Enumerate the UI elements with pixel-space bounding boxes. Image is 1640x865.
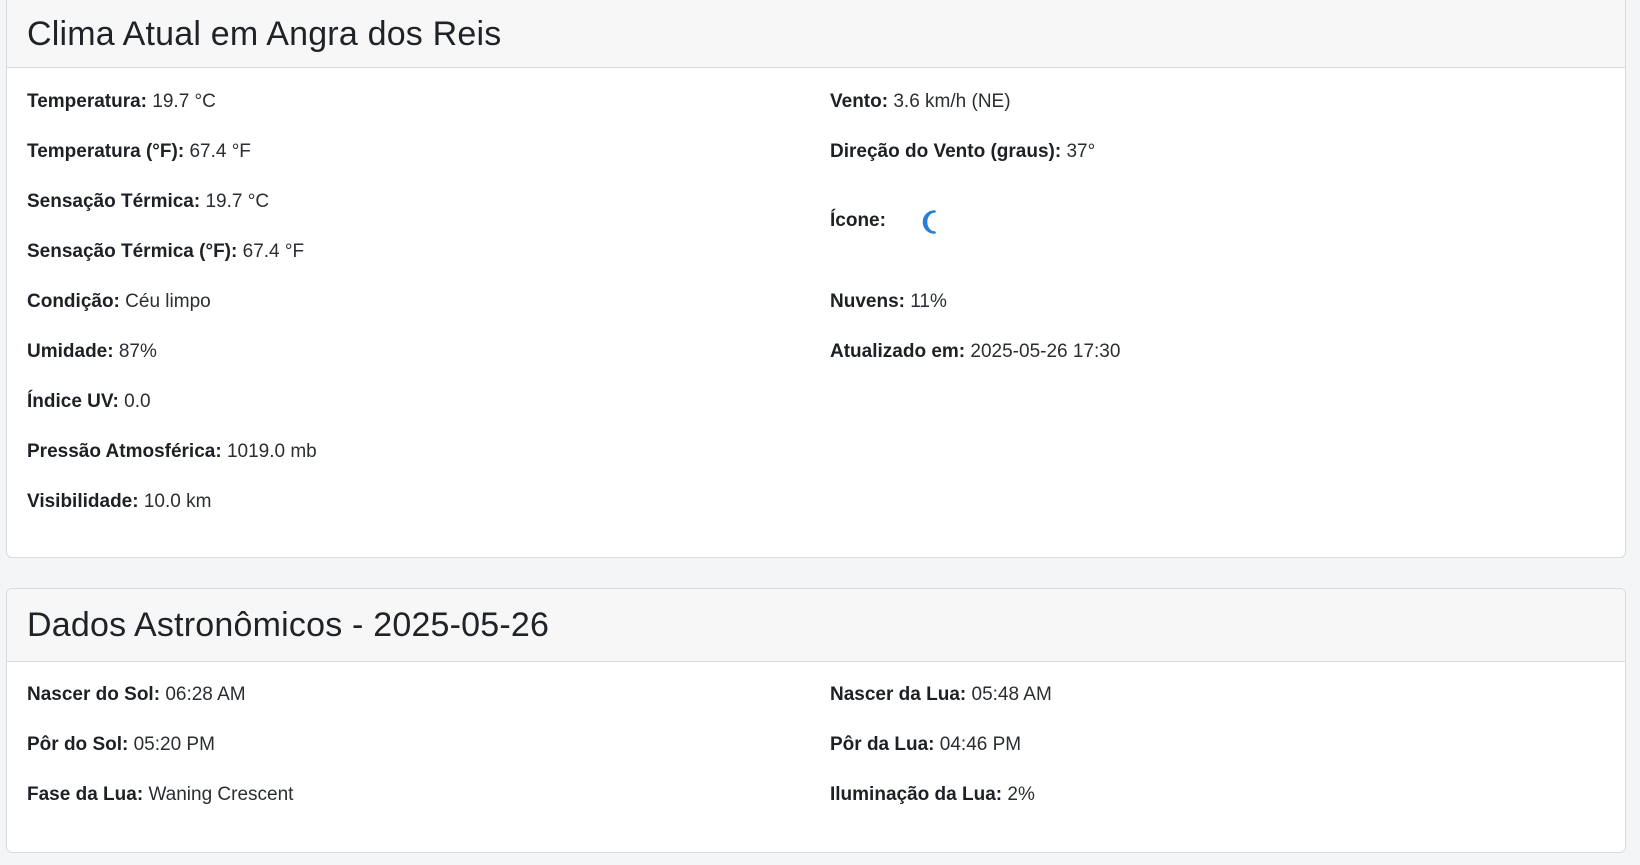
moon-phase-value: Waning Crescent — [148, 784, 294, 805]
updated-value: 2025-05-26 17:30 — [970, 341, 1121, 362]
sunrise-label: Nascer do Sol: — [27, 684, 161, 705]
wind-degree-value: 37° — [1066, 141, 1096, 162]
visibility-value: 10.0 km — [143, 491, 212, 512]
moon-phase-label: Fase da Lua: — [27, 784, 144, 805]
wind-label: Vento: — [830, 91, 889, 112]
updated-row: Atualizado em: 2025-05-26 17:30 — [830, 340, 1120, 364]
condition-label: Condição: — [27, 291, 120, 312]
feels-like-c-value: 19.7 °C — [205, 191, 270, 212]
feels-like-f-value: 67.4 °F — [242, 241, 305, 262]
temperature-c-label: Temperatura: — [27, 91, 148, 112]
condition-row: Condição: Céu limpo — [27, 290, 211, 314]
moon-illumination-value: 2% — [1007, 784, 1035, 805]
moonrise-row: Nascer da Lua: 05:48 AM — [830, 683, 1052, 707]
clouds-label: Nuvens: — [830, 291, 905, 312]
temperature-f-label: Temperatura (°F): — [27, 141, 185, 162]
current-weather-title: Clima Atual em Angra dos Reis — [27, 14, 502, 53]
sunset-value: 05:20 PM — [133, 734, 215, 755]
clouds-row: Nuvens: 11% — [830, 290, 947, 314]
updated-label: Atualizado em: — [830, 341, 966, 362]
uv-index-label: Índice UV: — [27, 391, 119, 412]
sunset-row: Pôr do Sol: 05:20 PM — [27, 733, 215, 757]
visibility-label: Visibilidade: — [27, 491, 139, 512]
humidity-label: Umidade: — [27, 341, 114, 362]
humidity-row: Umidade: 87% — [27, 340, 157, 364]
condition-value: Céu limpo — [125, 291, 211, 312]
pressure-label: Pressão Atmosférica: — [27, 441, 222, 462]
wind-value: 3.6 km/h (NE) — [893, 91, 1011, 112]
feels-like-c-row: Sensação Térmica: 19.7 °C — [27, 190, 269, 214]
current-weather-header: Clima Atual em Angra dos Reis — [7, 0, 1625, 68]
moon-illumination-row: Iluminação da Lua: 2% — [830, 783, 1035, 807]
astronomy-title: Dados Astronômicos - 2025-05-26 — [27, 605, 550, 644]
moon-illumination-label: Iluminação da Lua: — [830, 784, 1003, 805]
moonset-value: 04:46 PM — [939, 734, 1022, 755]
moonrise-value: 05:48 AM — [971, 684, 1052, 705]
temperature-c-value: 19.7 °C — [152, 91, 216, 112]
pressure-row: Pressão Atmosférica: 1019.0 mb — [27, 440, 317, 464]
feels-like-c-label: Sensação Térmica: — [27, 191, 201, 212]
temperature-f-value: 67.4 °F — [189, 141, 251, 162]
visibility-row: Visibilidade: 10.0 km — [27, 490, 211, 514]
temperature-f-row: Temperatura (°F): 67.4 °F — [27, 140, 251, 164]
uv-index-value: 0.0 — [124, 391, 151, 412]
pressure-value: 1019.0 mb — [226, 441, 317, 462]
sunrise-row: Nascer do Sol: 06:28 AM — [27, 683, 246, 707]
feels-like-f-label: Sensação Térmica (°F): — [27, 241, 238, 262]
humidity-value: 87% — [118, 341, 157, 362]
icon-row: Ícone: — [830, 208, 944, 234]
sunrise-value: 06:28 AM — [165, 684, 246, 705]
moonset-row: Pôr da Lua: 04:46 PM — [830, 733, 1021, 757]
astronomy-header: Dados Astronômicos - 2025-05-26 — [7, 589, 1625, 662]
astronomy-card: Dados Astronômicos - 2025-05-26 Nascer d… — [6, 588, 1626, 853]
sunset-label: Pôr do Sol: — [27, 734, 129, 755]
feels-like-f-row: Sensação Térmica (°F): 67.4 °F — [27, 240, 304, 264]
wind-degree-row: Direção do Vento (graus): 37° — [830, 140, 1095, 164]
moonrise-label: Nascer da Lua: — [830, 684, 967, 705]
clouds-value: 11% — [910, 291, 947, 312]
uv-index-row: Índice UV: 0.0 — [27, 390, 151, 414]
wind-degree-label: Direção do Vento (graus): — [830, 141, 1062, 162]
current-weather-card: Clima Atual em Angra dos Reis Temperatur… — [6, 0, 1626, 558]
wind-row: Vento: 3.6 km/h (NE) — [830, 90, 1011, 114]
moon-phase-row: Fase da Lua: Waning Crescent — [27, 783, 293, 807]
moonset-label: Pôr da Lua: — [830, 734, 935, 755]
temperature-c-row: Temperatura: 19.7 °C — [27, 90, 216, 114]
icon-label: Ícone: — [830, 210, 886, 231]
crescent-moon-icon — [918, 209, 944, 235]
